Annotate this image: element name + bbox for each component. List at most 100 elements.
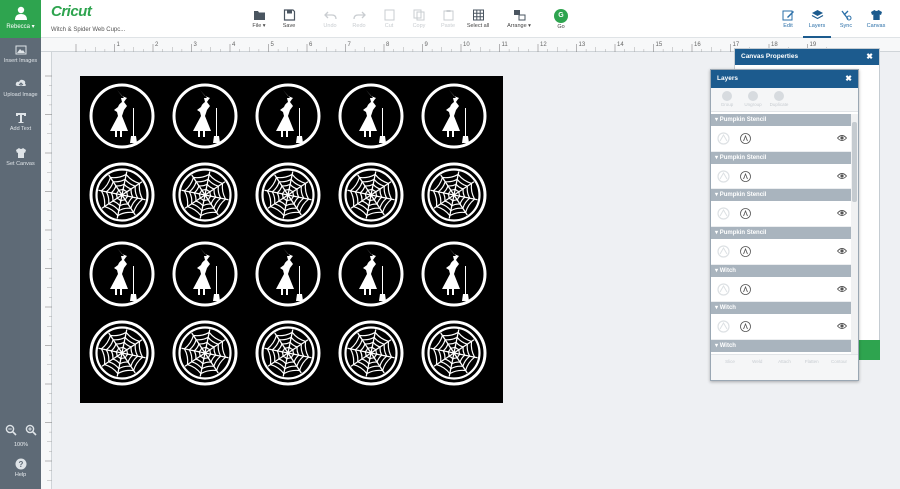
layer-group-header[interactable]: ▾ Witch [711, 264, 851, 277]
witch-design[interactable] [420, 240, 488, 308]
layer-group[interactable]: ▾ Witch [711, 340, 851, 354]
layer-group[interactable]: ▾ Witch [711, 302, 851, 341]
duplicate-icon [774, 91, 784, 101]
set-canvas-button[interactable]: Set Canvas [0, 147, 41, 167]
witch-design[interactable] [337, 82, 405, 150]
layer-row[interactable] [711, 277, 851, 303]
scrollbar-thumb[interactable] [852, 122, 857, 202]
tab-sync[interactable]: Sync [832, 9, 860, 29]
shirt-icon [870, 10, 882, 20]
visibility-eye-icon[interactable] [837, 209, 847, 217]
save-button[interactable]: Save [272, 9, 306, 29]
contour-button[interactable]: Contour [826, 359, 852, 376]
arrange-menu-button[interactable]: Arrange ▾ [502, 9, 536, 29]
slice-button[interactable]: Slice [717, 359, 743, 376]
select-all-button[interactable]: Select all [461, 9, 495, 29]
close-icon[interactable]: ✖ [866, 49, 873, 65]
spider-web-design[interactable] [88, 319, 156, 387]
cut-type-icon[interactable] [740, 133, 751, 144]
cut-type-icon[interactable] [740, 170, 751, 182]
layer-row[interactable] [711, 314, 851, 341]
layer-row[interactable] [711, 164, 851, 190]
spider-web-design[interactable] [420, 161, 488, 229]
witch-design[interactable] [171, 240, 239, 308]
attach-button[interactable]: Attach [772, 359, 798, 376]
layer-group-name: Pumpkin Stencil [719, 117, 767, 123]
ungroup-button[interactable]: Ungroup [743, 91, 763, 108]
layer-row[interactable] [711, 126, 851, 152]
layers-scrollbar[interactable] [851, 114, 858, 354]
file-menu-button[interactable]: File ▾ [242, 9, 276, 29]
spider-web-design[interactable] [337, 319, 405, 387]
layer-thumbnail [717, 283, 730, 296]
spider-web-design[interactable] [420, 319, 488, 387]
layer-group[interactable]: ▾ Witch [711, 264, 851, 303]
visibility-eye-icon[interactable] [837, 247, 847, 255]
layers-top-toolbar: Group Ungroup Duplicate [711, 88, 858, 112]
witch-design[interactable] [88, 240, 156, 308]
group-label: Group [720, 102, 734, 107]
cut-type-icon[interactable] [740, 246, 751, 257]
zoom-in-icon[interactable] [25, 424, 37, 436]
edit-icon [782, 10, 794, 21]
cut-button[interactable]: Cut [372, 9, 406, 29]
insert-images-button[interactable]: Insert Images [0, 44, 41, 64]
redo-button[interactable]: Redo [342, 9, 376, 29]
canvas-mat[interactable] [80, 76, 503, 403]
witch-design[interactable] [254, 240, 322, 308]
layer-row[interactable] [711, 239, 851, 265]
add-text-button[interactable]: Add Text [0, 112, 41, 132]
layer-group-header[interactable]: ▾ Pumpkin Stencil [711, 114, 851, 126]
layer-group[interactable]: ▾ Pumpkin Stencil [711, 114, 851, 152]
weld-button[interactable]: Weld [744, 359, 770, 376]
spider-web-design[interactable] [254, 161, 322, 229]
user-menu[interactable]: Rebecca ▾ [0, 0, 41, 38]
cut-type-icon[interactable] [740, 283, 751, 295]
cut-type-icon[interactable] [740, 208, 751, 220]
layer-group[interactable]: ▾ Pumpkin Stencil [711, 189, 851, 228]
layer-group[interactable]: ▾ Pumpkin Stencil [711, 151, 851, 190]
canvas-properties-apply-button[interactable] [859, 340, 880, 360]
visibility-eye-icon[interactable] [837, 322, 847, 330]
go-button[interactable]: G Go [551, 9, 571, 30]
visibility-eye-icon[interactable] [837, 172, 847, 180]
help-icon: ? [15, 458, 26, 470]
spider-web-design[interactable] [171, 161, 239, 229]
layer-group-header[interactable]: ▾ Pumpkin Stencil [711, 151, 851, 164]
spider-web-design[interactable] [254, 319, 322, 387]
flatten-button[interactable]: Flatten [799, 359, 825, 376]
layer-group-header[interactable]: ▾ Pumpkin Stencil [711, 189, 851, 202]
tab-edit[interactable]: Edit [774, 9, 802, 29]
upload-image-button[interactable]: Upload Image [0, 78, 41, 98]
layer-group-header[interactable]: ▾ Pumpkin Stencil [711, 227, 851, 240]
help-button[interactable]: ? Help [0, 458, 41, 478]
cut-type-icon[interactable] [740, 321, 751, 333]
layer-group[interactable]: ▾ Pumpkin Stencil [711, 227, 851, 265]
witch-design[interactable] [337, 240, 405, 308]
witch-design[interactable] [171, 82, 239, 150]
contour-label: Contour [830, 359, 847, 364]
tab-layers[interactable]: Layers [803, 9, 831, 38]
tab-canvas[interactable]: Canvas [862, 9, 890, 29]
close-icon[interactable]: ✖ [845, 70, 852, 88]
layer-thumbnail [717, 320, 730, 334]
layer-group-header[interactable]: ▾ Witch [711, 302, 851, 315]
zoom-out-icon[interactable] [5, 424, 17, 436]
witch-design[interactable] [88, 82, 156, 150]
spider-web-design[interactable] [337, 161, 405, 229]
visibility-eye-icon[interactable] [837, 134, 847, 142]
spider-web-design[interactable] [88, 161, 156, 229]
layers-bottom-toolbar: Slice Weld Attach Flatten Contour [711, 354, 858, 380]
spider-web-design[interactable] [171, 319, 239, 387]
witch-design[interactable] [420, 82, 488, 150]
group-button[interactable]: Group [717, 91, 737, 108]
layer-group-header[interactable]: ▾ Witch [711, 340, 851, 353]
duplicate-button[interactable]: Duplicate [769, 91, 789, 108]
project-name[interactable]: Witch & Spider Web Cupc... [51, 27, 125, 33]
layer-row[interactable] [711, 201, 851, 228]
zoom-controls: 100% [5, 424, 37, 448]
visibility-eye-icon[interactable] [837, 285, 847, 293]
user-icon [14, 6, 27, 20]
paste-button[interactable]: Paste [431, 9, 465, 29]
witch-design[interactable] [254, 82, 322, 150]
